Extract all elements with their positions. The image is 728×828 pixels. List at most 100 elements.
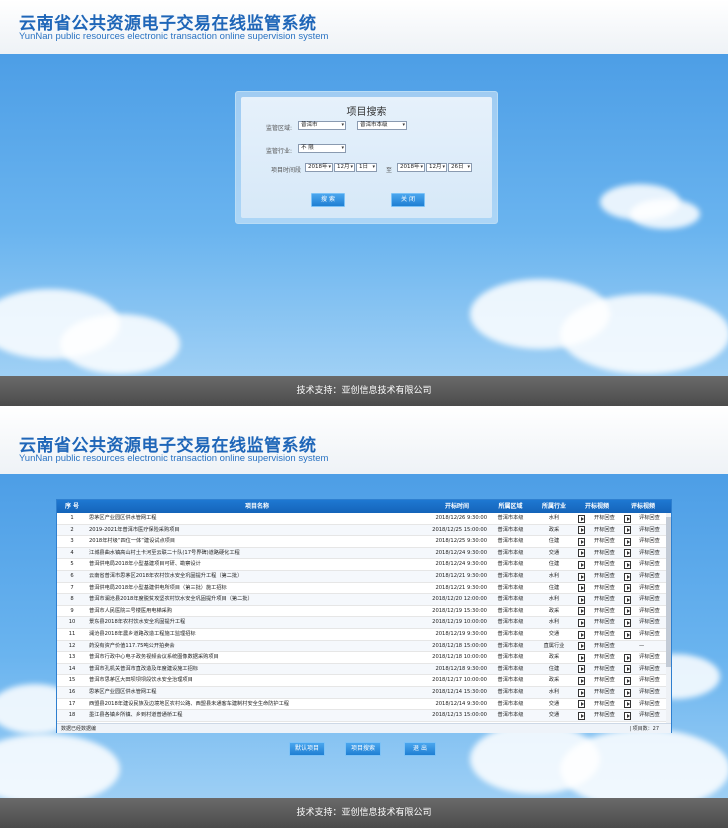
play-video-icon[interactable] [578, 642, 585, 651]
cell-eval-video[interactable]: 评标回查 [639, 548, 669, 559]
cell-open-video[interactable]: 开标回查 [594, 548, 624, 559]
play-video-icon[interactable] [624, 572, 631, 581]
cell-eval-video[interactable]: 评标回查 [639, 583, 669, 594]
cell-open-video[interactable]: 开标回查 [594, 687, 624, 698]
end-year-select[interactable]: 2018年 ▾ [397, 163, 425, 172]
table-row[interactable]: 4 江城县曲水镇高山村土卡河至云联二十队(17号界碑)道路硬化工程 2018/12/… [57, 547, 671, 560]
play-video-icon[interactable] [624, 618, 631, 627]
region-district-select[interactable]: 普洱市本级 ▾ [357, 121, 407, 130]
play-video-icon[interactable] [624, 630, 631, 639]
exit-button[interactable]: 退 出 [404, 742, 436, 756]
table-row[interactable]: 7 普洱供电局2018年小型基建供电所项目（第三批）施工招标 2018/12/21 … [57, 583, 671, 595]
table-row[interactable]: 10 景东县2018年农村饮水安全巩固提升工程 2018/12/19 10:00:0… [57, 617, 671, 629]
play-video-icon[interactable] [624, 653, 631, 662]
play-video-icon[interactable] [624, 584, 631, 593]
play-video-icon[interactable] [624, 711, 631, 720]
cell-eval-video[interactable]: 评标回查 [639, 571, 669, 582]
cell-open-video[interactable]: 开标回查 [594, 629, 624, 640]
start-year-select[interactable]: 2018年 ▾ [305, 163, 333, 172]
play-video-icon[interactable] [578, 630, 585, 639]
play-video-icon[interactable] [624, 514, 631, 523]
table-row[interactable]: 12 药没有资产价值117.75吨公开拍卖会 2018/12/18 15:00:00… [57, 640, 671, 653]
cell-eval-video[interactable]: 评标回查 [639, 629, 669, 640]
search-button[interactable]: 搜 索 [311, 193, 345, 207]
table-row[interactable]: 1 思茅区产业园区供水管网工程 2018/12/26 9:30:00 普洱市本级 水利 开… [57, 513, 671, 525]
region-city-select[interactable]: 普洱市 ▾ [298, 121, 346, 130]
close-button[interactable]: 关 闭 [391, 193, 425, 207]
play-video-icon[interactable] [624, 549, 631, 558]
play-video-icon[interactable] [578, 526, 585, 535]
play-video-icon[interactable] [578, 700, 585, 709]
play-video-icon[interactable] [578, 688, 585, 697]
play-video-icon[interactable] [624, 537, 631, 546]
cell-open-video[interactable]: 开标回查 [594, 513, 624, 524]
play-video-icon[interactable] [578, 537, 585, 546]
play-video-icon[interactable] [624, 676, 631, 685]
play-video-icon[interactable] [624, 700, 631, 709]
start-day-select[interactable]: 1日 ▾ [356, 163, 377, 172]
play-video-icon[interactable] [624, 607, 631, 616]
cell-open-video[interactable]: 开标回查 [594, 675, 624, 686]
table-row[interactable]: 15 普洱市思茅区大田坝坝坝段饮水安全治理项目 2018/12/17 10:00:0… [57, 675, 671, 687]
play-video-icon[interactable] [578, 572, 585, 581]
default-projects-button[interactable]: 默认项目 [289, 742, 325, 756]
cell-open-video[interactable]: 开标回查 [594, 525, 624, 536]
play-video-icon[interactable] [578, 711, 585, 720]
table-row[interactable]: 14 普洱市孔机关普洱市直改造及年度建设施工招标 2018/12/18 9:30:0… [57, 663, 671, 676]
cell-open-video[interactable]: 开标回查 [594, 641, 624, 652]
cell-eval-video[interactable]: 评标回查 [639, 559, 669, 570]
play-video-icon[interactable] [578, 595, 585, 604]
table-row[interactable]: 8 普洱市澜沧县2018年度脱贫攻坚农村饮水安全巩固提升项目（第二批） 2018/1… [57, 594, 671, 606]
table-row[interactable]: 18 墨江县各镇乡所镇、乡到村道普通桥工程 2018/12/13 15:00:00 普… [57, 710, 671, 722]
table-row[interactable]: 6 云南省普洱市思茅区2018年农村饮水安全巩固提升工程（第二批） 2018/12/… [57, 571, 671, 583]
table-row[interactable]: 16 思茅区产业园区供水管网工程 2018/12/14 15:30:00 普洱市本级 水… [57, 687, 671, 699]
play-video-icon[interactable] [578, 618, 585, 627]
cell-eval-video[interactable]: 评标回查 [639, 687, 669, 698]
cell-open-video[interactable]: 开标回查 [594, 652, 624, 663]
cell-eval-video[interactable]: 评标回查 [639, 536, 669, 547]
play-video-icon[interactable] [578, 665, 585, 674]
play-video-icon[interactable] [624, 665, 631, 674]
cell-eval-video[interactable]: 评标回查 [639, 699, 669, 710]
table-row[interactable]: 2 2019-2021年普洱市医疗保险采购项目 2018/12/25 15:00:0… [57, 524, 671, 537]
cell-open-video[interactable]: 开标回查 [594, 664, 624, 675]
table-row[interactable]: 5 普洱供电局2018年小型基建项目可研、勘察设计 2018/12/24 9:30:… [57, 559, 671, 571]
table-row[interactable]: 13 普洱市行政中心电子政务视频会议系统图像数据采购项目 2018/12/18 10… [57, 652, 671, 664]
cell-eval-video[interactable]: 评标回查 [639, 675, 669, 686]
cell-eval-video[interactable]: 评标回查 [639, 525, 669, 536]
cell-open-video[interactable]: 开标回查 [594, 594, 624, 605]
cell-eval-video[interactable]: 评标回查 [639, 513, 669, 524]
play-video-icon[interactable] [578, 653, 585, 662]
cell-open-video[interactable]: 开标回查 [594, 699, 624, 710]
cell-eval-video[interactable]: 评标回查 [639, 617, 669, 628]
scroll-thumb[interactable] [666, 517, 671, 667]
play-video-icon[interactable] [578, 584, 585, 593]
cell-eval-video[interactable]: 评标回查 [639, 594, 669, 605]
play-video-icon[interactable] [624, 526, 631, 535]
cell-open-video[interactable]: 开标回查 [594, 617, 624, 628]
start-month-select[interactable]: 12月 ▾ [334, 163, 355, 172]
cell-open-video[interactable]: 开标回查 [594, 606, 624, 617]
end-month-select[interactable]: 12月 ▾ [426, 163, 447, 172]
table-row[interactable]: 3 2018年村级“四位一体”建设试点项目 2018/12/25 9:30:00 普洱… [57, 536, 671, 548]
cell-eval-video[interactable]: — [639, 641, 669, 652]
play-video-icon[interactable] [578, 607, 585, 616]
cell-open-video[interactable]: 开标回查 [594, 583, 624, 594]
play-video-icon[interactable] [624, 560, 631, 569]
cell-eval-video[interactable]: 评标回查 [639, 664, 669, 675]
play-video-icon[interactable] [624, 688, 631, 697]
table-row[interactable]: 11 澜沧县2018年農乡道路改造工程施工监理招标 2018/12/19 9:30:… [57, 629, 671, 641]
cell-open-video[interactable]: 开标回查 [594, 710, 624, 721]
play-video-icon[interactable] [578, 560, 585, 569]
cell-open-video[interactable]: 开标回查 [594, 536, 624, 547]
play-video-icon[interactable] [624, 595, 631, 604]
table-row[interactable]: 9 普洱市人民医院三号楼医用电梯采购 2018/12/19 15:30:00 普洱市本… [57, 606, 671, 618]
cell-eval-video[interactable]: 评标回查 [639, 606, 669, 617]
cell-eval-video[interactable]: 评标回查 [639, 710, 669, 721]
end-day-select[interactable]: 26日 ▾ [448, 163, 472, 172]
play-video-icon[interactable] [578, 514, 585, 523]
table-scrollbar[interactable] [666, 513, 671, 723]
play-video-icon[interactable] [578, 549, 585, 558]
industry-select[interactable]: 不 限 ▾ [298, 144, 346, 153]
cell-open-video[interactable]: 开标回查 [594, 559, 624, 570]
